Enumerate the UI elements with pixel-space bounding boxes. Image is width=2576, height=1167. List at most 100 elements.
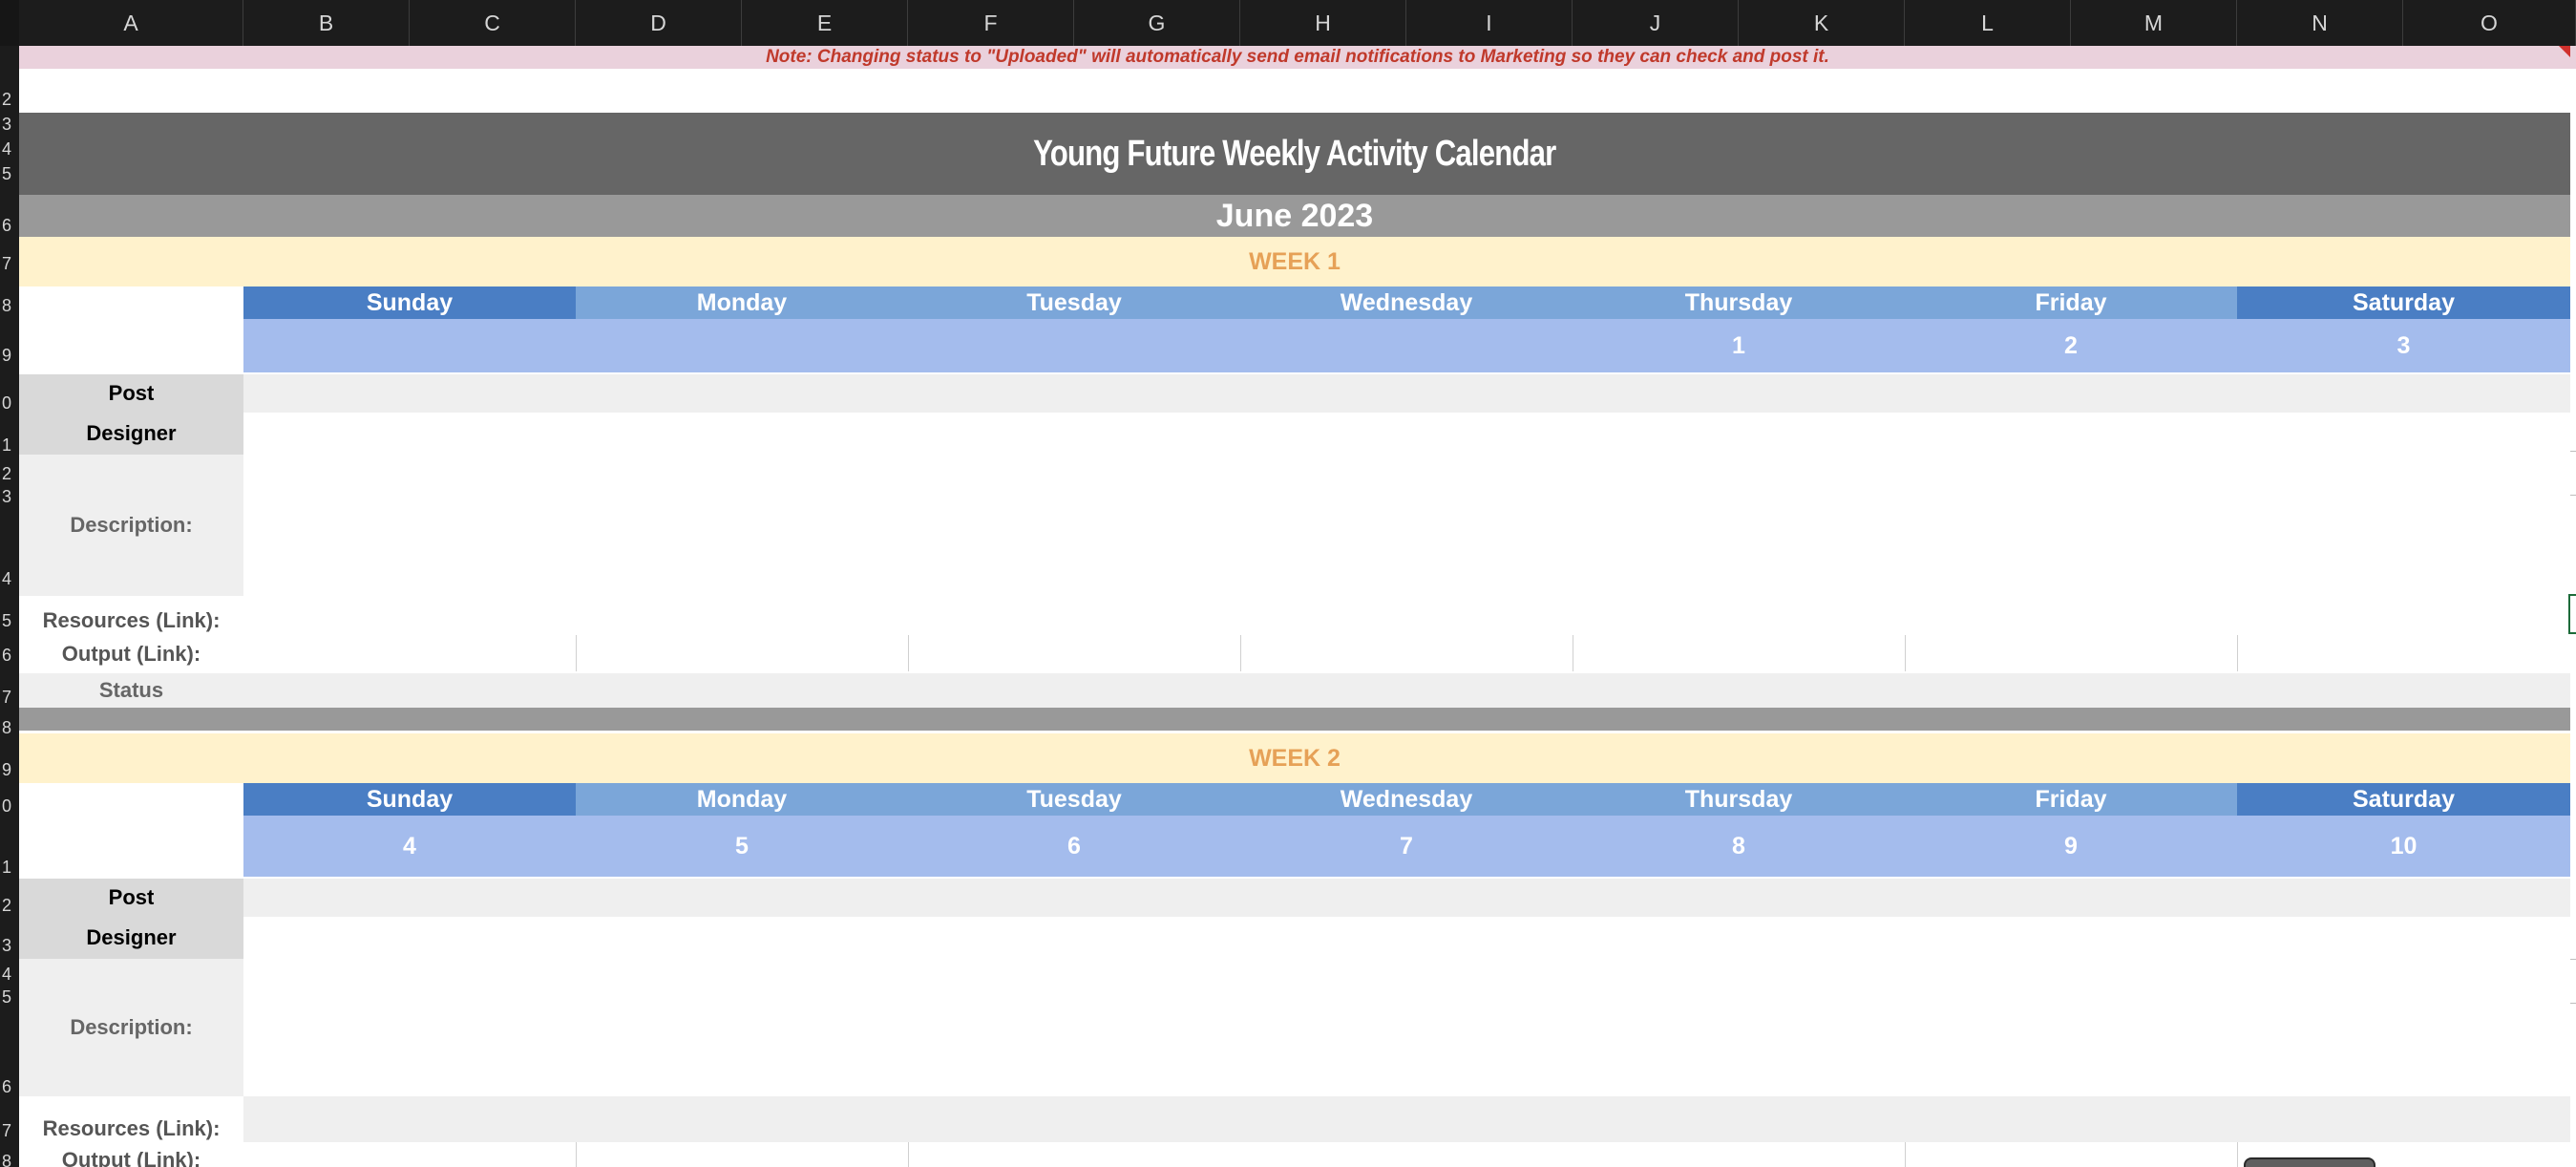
week-1-header[interactable]: WEEK 1 bbox=[19, 237, 2570, 286]
week-1-day-sunday[interactable]: Sunday bbox=[243, 286, 576, 319]
week-2-header[interactable]: WEEK 2 bbox=[19, 733, 2570, 783]
week-2-designer-row[interactable] bbox=[243, 917, 2570, 959]
column-header-k[interactable]: K bbox=[1739, 0, 1905, 46]
week-1-description-row[interactable] bbox=[243, 455, 2570, 596]
selected-cell[interactable] bbox=[2568, 594, 2576, 634]
week-2-date-wednesday[interactable]: 7 bbox=[1240, 816, 1573, 877]
week-2-date-sunday[interactable]: 4 bbox=[243, 816, 576, 877]
column-header-c[interactable]: C bbox=[410, 0, 576, 46]
column-header-e[interactable]: E bbox=[742, 0, 908, 46]
row-header[interactable]: 5 bbox=[0, 611, 11, 631]
column-header-a[interactable]: A bbox=[19, 0, 243, 46]
cell-divider bbox=[2570, 495, 2576, 496]
column-header-d[interactable]: D bbox=[576, 0, 742, 46]
row-header[interactable]: 3 bbox=[0, 487, 11, 507]
week-2-day-friday[interactable]: Friday bbox=[1905, 783, 2237, 816]
week-1-post-row[interactable] bbox=[243, 374, 2570, 413]
row-header[interactable]: 0 bbox=[0, 796, 11, 817]
week-2-day-thursday[interactable]: Thursday bbox=[1573, 783, 1905, 816]
column-header-i[interactable]: I bbox=[1406, 0, 1573, 46]
row-header[interactable]: 2 bbox=[0, 464, 11, 484]
comment-indicator-icon[interactable] bbox=[2559, 46, 2570, 57]
row-header[interactable]: 6 bbox=[0, 1077, 11, 1097]
row-header[interactable]: 1 bbox=[0, 435, 11, 456]
week-1-day-monday[interactable]: Monday bbox=[576, 286, 908, 319]
week-1-day-saturday[interactable]: Saturday bbox=[2237, 286, 2570, 319]
row-header[interactable]: 9 bbox=[0, 760, 11, 780]
week-2-day-monday[interactable]: Monday bbox=[576, 783, 908, 816]
week-2-designer-label: Designer bbox=[19, 917, 243, 959]
column-header-n[interactable]: N bbox=[2237, 0, 2403, 46]
column-header-j[interactable]: J bbox=[1573, 0, 1739, 46]
week-2-day-saturday[interactable]: Saturday bbox=[2237, 783, 2570, 816]
week-2-post-row[interactable] bbox=[243, 879, 2570, 917]
row-header[interactable]: 7 bbox=[0, 254, 11, 274]
row-header[interactable]: 6 bbox=[0, 646, 11, 666]
row-header[interactable]: 2 bbox=[0, 90, 11, 110]
column-header-f[interactable]: F bbox=[908, 0, 1074, 46]
cell-divider bbox=[908, 1142, 909, 1167]
week-2-date-saturday[interactable]: 10 bbox=[2237, 816, 2570, 877]
week-2-resources-row[interactable] bbox=[243, 1096, 2570, 1142]
week-2-day-wednesday[interactable]: Wednesday bbox=[1240, 783, 1573, 816]
week-2-day-sunday[interactable]: Sunday bbox=[243, 783, 576, 816]
row-header[interactable]: 5 bbox=[0, 164, 11, 184]
row-header[interactable]: 4 bbox=[0, 965, 11, 985]
week-2-date-tuesday[interactable]: 6 bbox=[908, 816, 1240, 877]
row-header[interactable]: 8 bbox=[0, 296, 11, 316]
calendar-title[interactable]: Young Future Weekly Activity Calendar bbox=[19, 113, 2570, 195]
row-header[interactable]: 8 bbox=[0, 718, 11, 738]
column-header-o[interactable]: O bbox=[2403, 0, 2576, 46]
row-header[interactable]: 7 bbox=[0, 1121, 11, 1141]
week-1-description-label: Description: bbox=[19, 455, 243, 596]
week-2-date-monday[interactable]: 5 bbox=[576, 816, 908, 877]
column-header-l[interactable]: L bbox=[1905, 0, 2071, 46]
week-2-description-row[interactable] bbox=[243, 959, 2570, 1096]
floating-button[interactable] bbox=[2244, 1157, 2375, 1167]
week-1-designer-label: Designer bbox=[19, 413, 243, 455]
cell-divider bbox=[576, 635, 577, 671]
week-2-output-label: Output (Link): bbox=[61, 1148, 201, 1167]
select-all-corner[interactable] bbox=[0, 0, 19, 46]
column-header-h[interactable]: H bbox=[1240, 0, 1406, 46]
cell-divider bbox=[908, 635, 909, 671]
week-1-output-row[interactable] bbox=[243, 635, 2570, 673]
week-2-date-thursday[interactable]: 8 bbox=[1573, 816, 1905, 877]
row-header[interactable]: 5 bbox=[0, 987, 11, 1008]
row-header[interactable]: 0 bbox=[0, 393, 11, 414]
week-2-day-tuesday[interactable]: Tuesday bbox=[908, 783, 1240, 816]
row-header[interactable]: 3 bbox=[0, 936, 11, 956]
cell-divider bbox=[2570, 1003, 2576, 1004]
row-header[interactable]: 8 bbox=[0, 1152, 11, 1167]
cell-divider bbox=[2570, 451, 2576, 452]
week-1-day-wednesday[interactable]: Wednesday bbox=[1240, 286, 1573, 319]
row-header[interactable]: 1 bbox=[0, 858, 11, 878]
row-header[interactable]: 6 bbox=[0, 216, 11, 236]
cell-divider bbox=[2570, 959, 2576, 960]
week-1-day-friday[interactable]: Friday bbox=[1905, 286, 2237, 319]
month-header[interactable]: June 2023 bbox=[19, 195, 2570, 237]
week-2-resources-label: Resources (Link): bbox=[42, 1116, 221, 1140]
column-header-b[interactable]: B bbox=[243, 0, 410, 46]
row-header[interactable]: 4 bbox=[0, 139, 11, 159]
column-header-g[interactable]: G bbox=[1074, 0, 1240, 46]
week-1-date-wednesday[interactable] bbox=[1240, 319, 1573, 372]
week-1-day-tuesday[interactable]: Tuesday bbox=[908, 286, 1240, 319]
week-1-date-thursday[interactable]: 1 bbox=[1573, 319, 1905, 372]
row-header[interactable]: 7 bbox=[0, 688, 11, 708]
column-header-m[interactable]: M bbox=[2071, 0, 2237, 46]
week-1-designer-row[interactable] bbox=[243, 413, 2570, 455]
week-1-date-sunday[interactable] bbox=[243, 319, 576, 372]
week-2-date-friday[interactable]: 9 bbox=[1905, 816, 2237, 877]
week-1-status-row[interactable] bbox=[243, 673, 2570, 708]
status-note-banner[interactable]: Note: Changing status to "Uploaded" will… bbox=[19, 46, 2576, 69]
week-1-day-thursday[interactable]: Thursday bbox=[1573, 286, 1905, 319]
week-1-date-friday[interactable]: 2 bbox=[1905, 319, 2237, 372]
row-header[interactable]: 9 bbox=[0, 346, 11, 366]
week-1-date-saturday[interactable]: 3 bbox=[2237, 319, 2570, 372]
week-1-date-tuesday[interactable] bbox=[908, 319, 1240, 372]
row-header[interactable]: 2 bbox=[0, 896, 11, 916]
row-header[interactable]: 4 bbox=[0, 569, 11, 589]
week-1-date-monday[interactable] bbox=[576, 319, 908, 372]
row-header[interactable]: 3 bbox=[0, 115, 11, 135]
